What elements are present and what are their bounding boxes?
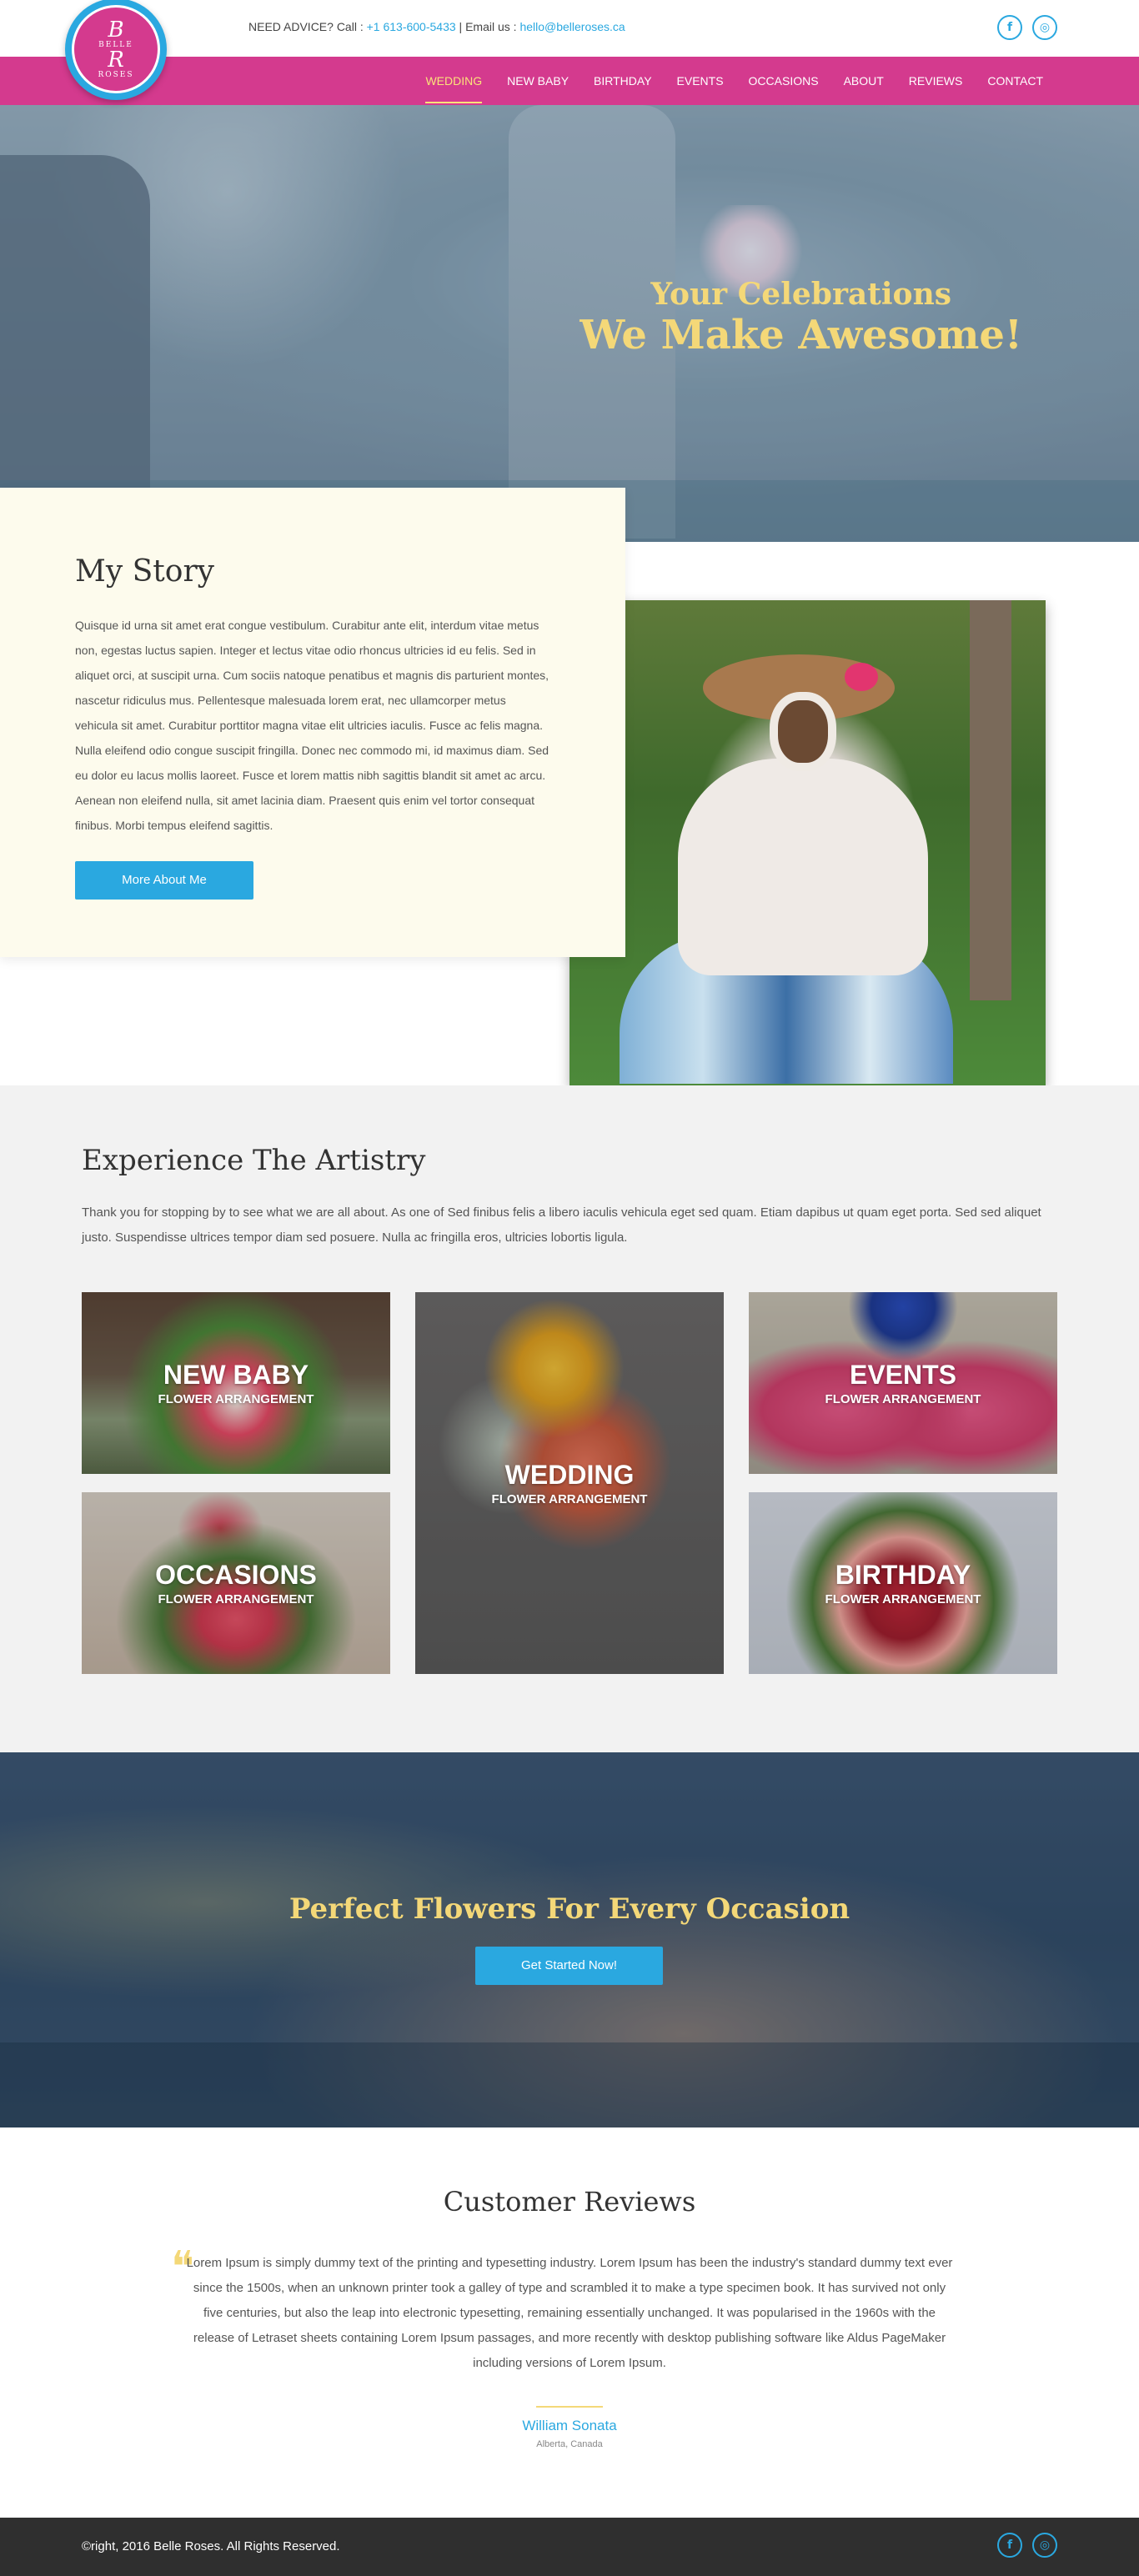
tile-occasions[interactable]: OCCASIONS FLOWER ARRANGEMENT bbox=[82, 1492, 390, 1674]
florist-photo bbox=[570, 600, 1046, 1085]
contact-info: NEED ADVICE? Call : +1 613-600-5433 | Em… bbox=[248, 20, 625, 33]
cta-title: Perfect Flowers For Every Occasion bbox=[289, 1892, 850, 1926]
nav-item-about[interactable]: ABOUT bbox=[831, 57, 896, 105]
tile-subtitle: FLOWER ARRANGEMENT bbox=[158, 1592, 314, 1606]
nav-item-reviews[interactable]: REVIEWS bbox=[896, 57, 976, 105]
main-nav: WEDDING NEW BABY BIRTHDAY EVENTS OCCASIO… bbox=[413, 57, 1056, 105]
tile-title: OCCASIONS bbox=[155, 1560, 317, 1590]
artistry-section: Experience The Artistry Thank you for st… bbox=[0, 1085, 1139, 1752]
tile-title: WEDDING bbox=[504, 1460, 635, 1490]
tile-wedding[interactable]: WEDDING FLOWER ARRANGEMENT bbox=[415, 1292, 724, 1674]
social-links-top: f ◎ bbox=[997, 15, 1057, 40]
story-body: Quisque id urna sit amet erat congue ves… bbox=[75, 619, 549, 832]
tile-title: BIRTHDAY bbox=[835, 1560, 971, 1590]
top-bar: NEED ADVICE? Call : +1 613-600-5433 | Em… bbox=[0, 0, 1139, 57]
story-title: My Story bbox=[75, 554, 214, 589]
tile-birthday[interactable]: BIRTHDAY FLOWER ARRANGEMENT bbox=[749, 1492, 1057, 1674]
social-links-footer: f ◎ bbox=[997, 2533, 1057, 2558]
divider bbox=[536, 2406, 603, 2408]
hero-heading: Your Celebrations We Make Awesome! bbox=[580, 277, 1022, 358]
site-logo[interactable]: B BELLE R ROSES bbox=[65, 0, 167, 100]
instagram-icon[interactable]: ◎ bbox=[1032, 15, 1057, 40]
tile-title: EVENTS bbox=[849, 1360, 957, 1390]
tile-events[interactable]: EVENTS FLOWER ARRANGEMENT bbox=[749, 1292, 1057, 1474]
my-story-card: My Story Quisque id urna sit amet erat c… bbox=[0, 488, 625, 957]
instagram-icon[interactable]: ◎ bbox=[1032, 2533, 1057, 2558]
hero-banner: Your Celebrations We Make Awesome! bbox=[0, 105, 1139, 542]
artistry-title: Experience The Artistry bbox=[82, 1144, 426, 1177]
review-location: Alberta, Canada bbox=[536, 2439, 603, 2449]
nav-item-wedding[interactable]: WEDDING bbox=[413, 57, 494, 105]
facebook-icon[interactable]: f bbox=[997, 2533, 1022, 2558]
copyright-text: ©right, 2016 Belle Roses. All Rights Res… bbox=[82, 2539, 340, 2553]
artistry-body: Thank you for stopping by to see what we… bbox=[82, 1205, 1041, 1245]
contact-separator: | Email us : bbox=[455, 20, 520, 33]
cta-banner: Perfect Flowers For Every Occasion Get S… bbox=[0, 1752, 1139, 2127]
tile-new-baby[interactable]: NEW BABY FLOWER ARRANGEMENT bbox=[82, 1292, 390, 1474]
advice-label: NEED ADVICE? Call : bbox=[248, 20, 367, 33]
nav-item-occasions[interactable]: OCCASIONS bbox=[736, 57, 831, 105]
nav-item-events[interactable]: EVENTS bbox=[665, 57, 736, 105]
site-footer: ©right, 2016 Belle Roses. All Rights Res… bbox=[0, 2518, 1139, 2576]
review-author: William Sonata bbox=[522, 2418, 617, 2433]
facebook-icon[interactable]: f bbox=[997, 15, 1022, 40]
nav-item-new-baby[interactable]: NEW BABY bbox=[494, 57, 581, 105]
main-navbar: WEDDING NEW BABY BIRTHDAY EVENTS OCCASIO… bbox=[0, 57, 1139, 105]
review-text: Lorem Ipsum is simply dummy text of the … bbox=[186, 2256, 953, 2370]
tile-subtitle: FLOWER ARRANGEMENT bbox=[491, 1492, 648, 1506]
tile-subtitle: FLOWER ARRANGEMENT bbox=[825, 1392, 981, 1406]
reviews-title: Customer Reviews bbox=[443, 2186, 696, 2218]
customer-reviews: Customer Reviews ❝ Lorem Ipsum is simply… bbox=[0, 2127, 1139, 2518]
logo-mark: B BELLE R ROSES bbox=[72, 5, 160, 93]
email-link[interactable]: hello@belleroses.ca bbox=[519, 20, 625, 33]
hero-line-1: Your Celebrations bbox=[650, 277, 952, 312]
tile-subtitle: FLOWER ARRANGEMENT bbox=[158, 1392, 314, 1406]
tile-title: NEW BABY bbox=[163, 1360, 309, 1390]
nav-item-contact[interactable]: CONTACT bbox=[975, 57, 1056, 105]
tile-subtitle: FLOWER ARRANGEMENT bbox=[825, 1592, 981, 1606]
nav-item-birthday[interactable]: BIRTHDAY bbox=[581, 57, 665, 105]
more-about-me-button[interactable]: More About Me bbox=[75, 861, 253, 900]
hero-line-2: We Make Awesome! bbox=[580, 312, 1022, 358]
phone-link[interactable]: +1 613-600-5433 bbox=[367, 20, 456, 33]
get-started-button[interactable]: Get Started Now! bbox=[475, 1947, 663, 1985]
